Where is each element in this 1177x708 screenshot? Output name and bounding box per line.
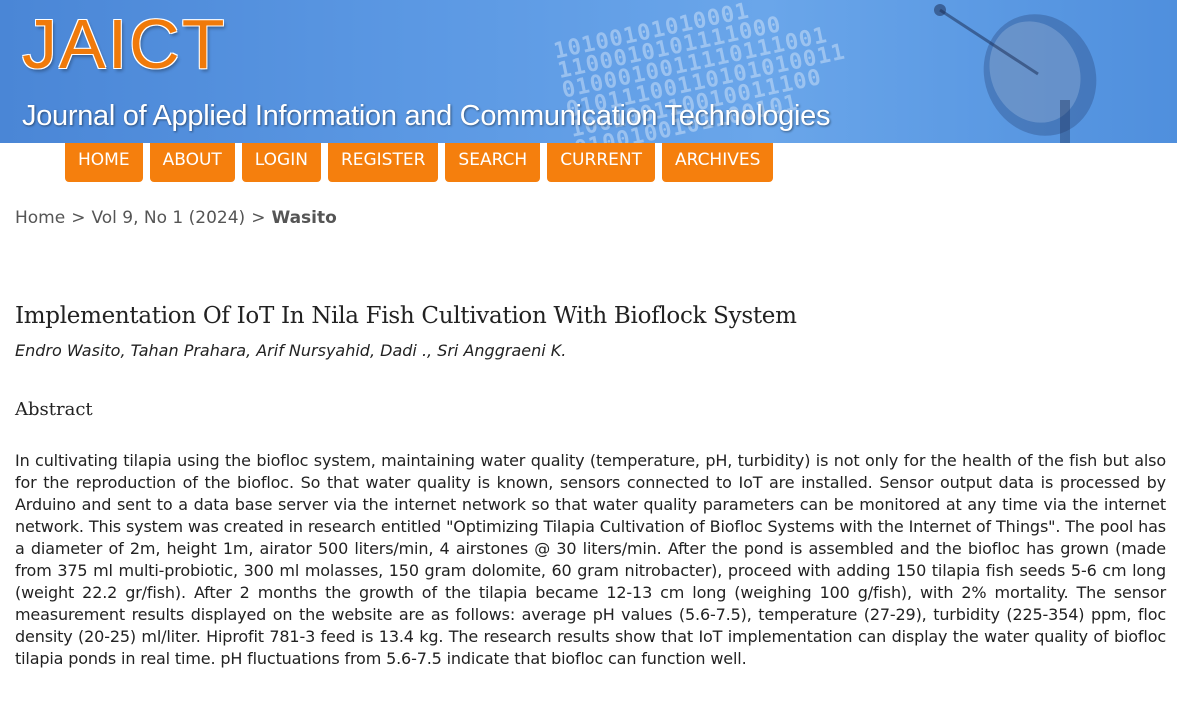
- article-authors: Endro Wasito, Tahan Prahara, Arif Nursya…: [15, 341, 567, 360]
- breadcrumb-separator: >: [71, 208, 86, 228]
- breadcrumb-current: Wasito: [271, 208, 337, 228]
- satellite-dish-icon: [934, 4, 1097, 143]
- journal-subtitle: Journal of Applied Information and Commu…: [22, 100, 831, 132]
- article-title: Implementation Of IoT In Nila Fish Culti…: [15, 303, 797, 329]
- nav-archives[interactable]: ARCHIVES: [661, 143, 774, 182]
- abstract-text: In cultivating tilapia using the biofloc…: [15, 451, 1166, 668]
- nav-current[interactable]: CURRENT: [547, 143, 655, 182]
- journal-logo[interactable]: JAICT: [22, 4, 226, 84]
- breadcrumb: Home > Vol 9, No 1 (2024) > Wasito: [15, 208, 337, 228]
- nav-register[interactable]: REGISTER: [327, 143, 439, 182]
- main-nav: HOME ABOUT LOGIN REGISTER SEARCH CURRENT…: [65, 143, 774, 182]
- nav-login[interactable]: LOGIN: [241, 143, 321, 182]
- nav-home[interactable]: HOME: [65, 143, 143, 182]
- journal-banner: 10100101010001 1100010101111000 01000100…: [0, 0, 1177, 143]
- breadcrumb-issue-link[interactable]: Vol 9, No 1 (2024): [91, 208, 245, 228]
- abstract-heading: Abstract: [15, 399, 93, 420]
- nav-search[interactable]: SEARCH: [445, 143, 541, 182]
- nav-about[interactable]: ABOUT: [149, 143, 235, 182]
- breadcrumb-separator: >: [251, 208, 266, 228]
- breadcrumb-home-link[interactable]: Home: [15, 208, 65, 228]
